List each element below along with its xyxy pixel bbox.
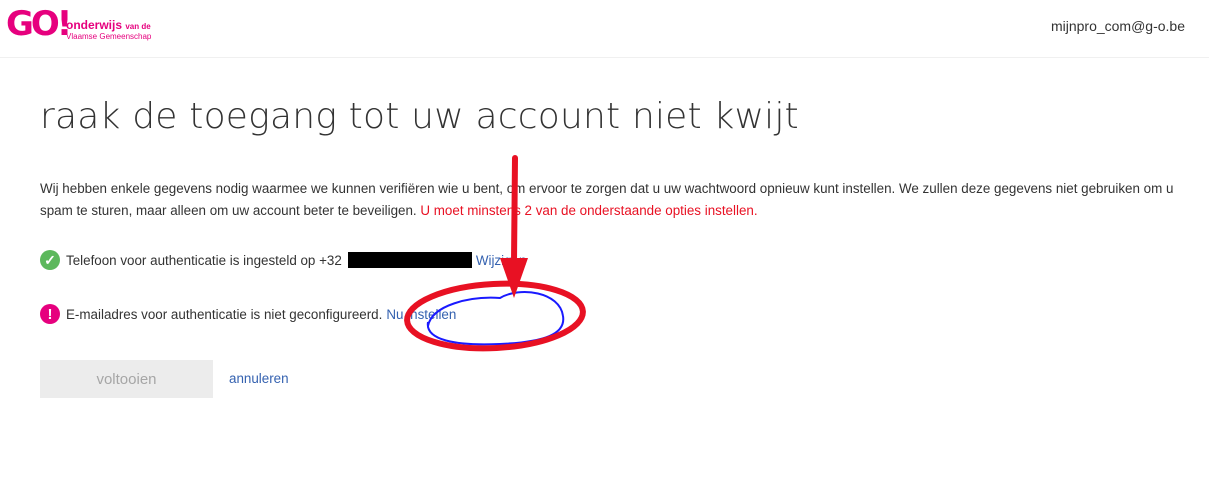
annotation-overlay — [404, 155, 586, 352]
top-bar: GO! onderwijs van de Vlaamse Gemeenschap… — [0, 0, 1209, 58]
logo-mark: GO! — [6, 4, 72, 44]
page-title: raak de toegang tot uw account niet kwij… — [40, 96, 799, 137]
requirement-warning: U moet minstens 2 van de onderstaande op… — [420, 203, 758, 218]
intro-text: Wij hebben enkele gegevens nodig waarmee… — [40, 181, 1174, 218]
setup-email-link[interactable]: Nu instellen — [386, 307, 456, 322]
change-phone-link[interactable]: Wijzigen — [476, 253, 527, 268]
phone-option: ✓ Telefoon voor authenticatie is ingeste… — [40, 250, 526, 270]
exclamation-circle-icon: ! — [40, 304, 60, 324]
go-logo: GO! onderwijs van de Vlaamse Gemeenschap — [6, 4, 176, 46]
header-divider — [0, 57, 1209, 58]
email-option: ! E-mailadres voor authenticatie is niet… — [40, 304, 456, 324]
logo-text-line1: onderwijs van de — [66, 18, 151, 32]
user-email[interactable]: mijnpro_com@g-o.be — [1051, 18, 1185, 34]
phone-status-text: Telefoon voor authenticatie is ingesteld… — [66, 252, 342, 268]
logo-text-line2: Vlaamse Gemeenschap — [66, 32, 152, 41]
check-circle-icon: ✓ — [40, 250, 60, 270]
cancel-link[interactable]: annuleren — [229, 371, 289, 386]
email-status-text: E-mailadres voor authenticatie is niet g… — [66, 306, 383, 322]
finish-button[interactable]: voltooien — [40, 360, 213, 398]
redacted-phone-number — [347, 252, 472, 268]
